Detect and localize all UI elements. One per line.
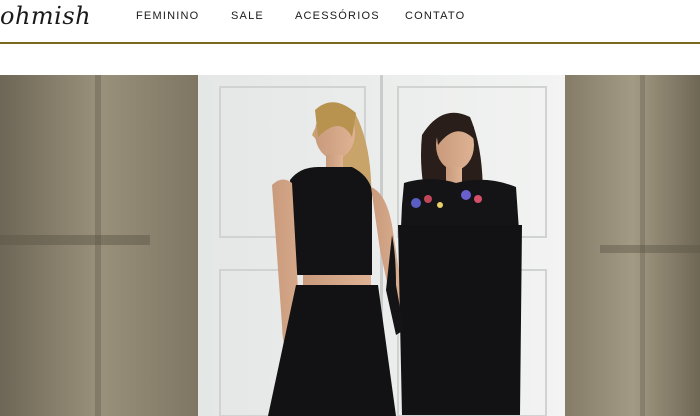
site-header: ohmish FEMININO SALE ACESSÓRIOS CONTATO	[0, 0, 700, 42]
nav-item-feminino[interactable]: FEMININO	[136, 10, 199, 22]
nav-item-acessorios[interactable]: ACESSÓRIOS	[295, 10, 380, 22]
header-divider	[0, 42, 700, 44]
nav-item-sale[interactable]: SALE	[231, 10, 264, 22]
hero-banner[interactable]	[0, 75, 700, 416]
hero-photo	[0, 75, 700, 416]
main-nav: FEMININO SALE ACESSÓRIOS CONTATO	[0, 10, 700, 24]
nav-item-contato[interactable]: CONTATO	[405, 10, 465, 22]
